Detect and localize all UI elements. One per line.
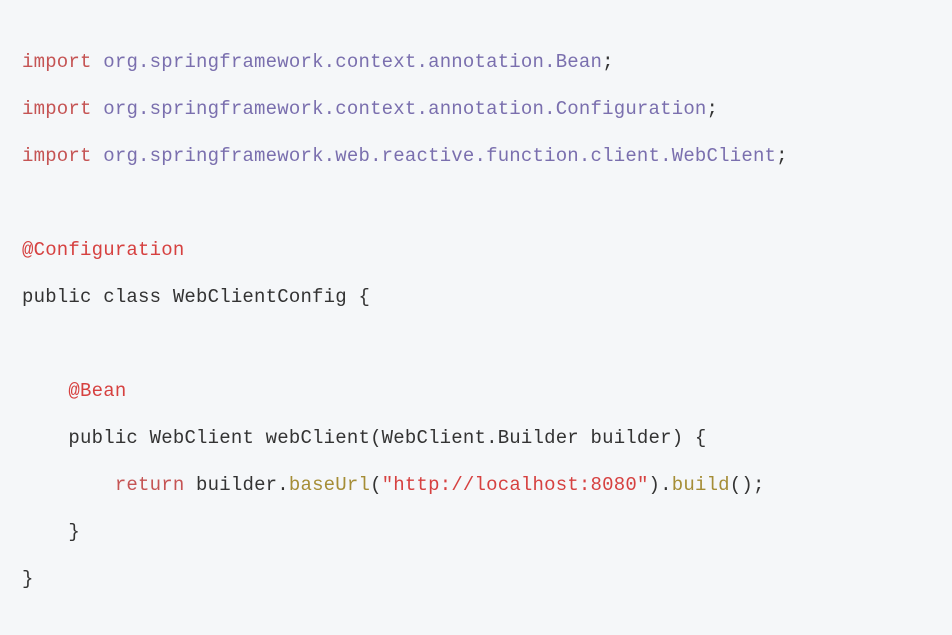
- class-declaration: public class WebClientConfig {: [22, 286, 370, 308]
- keyword-import: import: [22, 51, 92, 73]
- fn-baseurl: baseUrl: [289, 474, 370, 496]
- string-url: "http://localhost:8080": [382, 474, 649, 496]
- paren-open: (: [370, 474, 382, 496]
- code-line-annotation-bean: @Bean: [22, 380, 126, 402]
- brace-close: }: [22, 568, 34, 590]
- brace-close: }: [68, 521, 80, 543]
- code-line-return: return builder.baseUrl("http://localhost…: [22, 474, 765, 496]
- code-line-class-decl: public class WebClientConfig {: [22, 286, 370, 308]
- code-line-method-decl: public WebClient webClient(WebClient.Bui…: [22, 427, 707, 449]
- blank-line: [22, 333, 34, 355]
- semicolon: ;: [707, 98, 719, 120]
- blank-line: [22, 192, 34, 214]
- code-line-import-3: import org.springframework.web.reactive.…: [22, 145, 788, 167]
- keyword-import: import: [22, 145, 92, 167]
- fn-build: build: [672, 474, 730, 496]
- code-line-import-2: import org.springframework.context.annot…: [22, 98, 718, 120]
- keyword-return: return: [115, 474, 185, 496]
- code-line-brace-close-outer: }: [22, 568, 34, 590]
- package-path: org.springframework.web.reactive.functio…: [103, 145, 776, 167]
- code-line-annotation-configuration: @Configuration: [22, 239, 184, 261]
- annotation-configuration: @Configuration: [22, 239, 184, 261]
- code-line-brace-close-inner: }: [22, 521, 80, 543]
- annotation-bean: @Bean: [68, 380, 126, 402]
- tail: ();: [730, 474, 765, 496]
- method-declaration: public WebClient webClient(WebClient.Bui…: [68, 427, 706, 449]
- package-path: org.springframework.context.annotation.C…: [103, 98, 706, 120]
- code-snippet: import org.springframework.context.annot…: [0, 19, 952, 623]
- paren-close-dot: ).: [649, 474, 672, 496]
- builder-object: builder.: [184, 474, 288, 496]
- package-path: org.springframework.context.annotation.B…: [103, 51, 602, 73]
- keyword-import: import: [22, 98, 92, 120]
- code-line-import-1: import org.springframework.context.annot…: [22, 51, 614, 73]
- semicolon: ;: [776, 145, 788, 167]
- semicolon: ;: [602, 51, 614, 73]
